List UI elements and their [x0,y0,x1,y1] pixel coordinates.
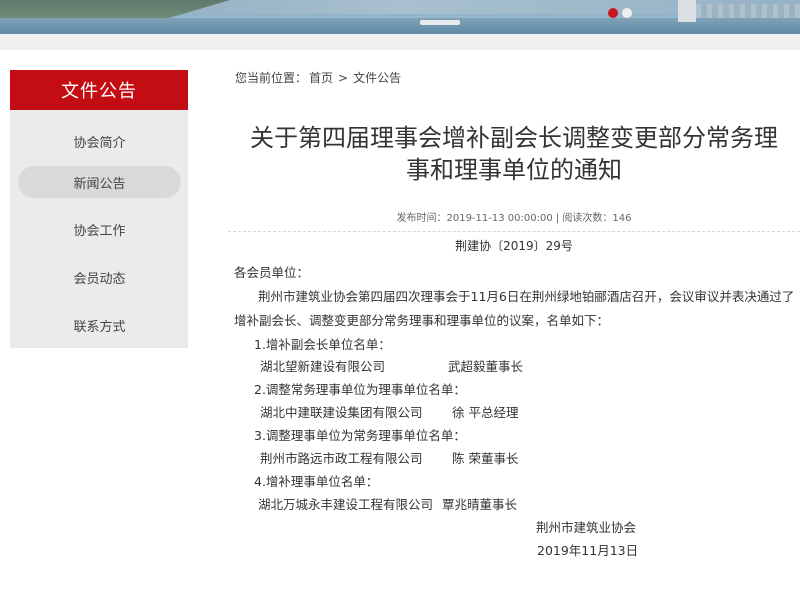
banner-pier [678,0,696,22]
breadcrumb: 您当前位置： 首页 > 文件公告 [234,69,402,86]
intro-line-1: 荆州市建筑业协会第四届四次理事会于11月6日在荆州绿地铂郦酒店召开，会议审议并表… [258,289,795,304]
section-1-person: 武超毅董事长 [448,359,524,374]
breadcrumb-current-link[interactable]: 文件公告 [353,71,401,85]
sidebar-item-about[interactable]: 协会简介 [18,125,181,157]
breadcrumb-separator: > [338,71,349,85]
article-title: 关于第四届理事会增补副会长调整变更部分常务理 事和理事单位的通知 [228,122,800,186]
section-1-company: 湖北望新建设有限公司 [260,359,386,374]
sidebar-item-label: 新闻公告 [73,176,126,192]
banner-boat [420,20,460,25]
sidebar: 文件公告 协会简介 新闻公告 协会工作 会员动态 联系方式 [10,70,188,348]
article-meta: 发布时间：2019-11-13 00:00:00 | 阅读次数：146 [396,213,632,224]
section-2-company: 湖北中建联建设集团有限公司 [260,405,423,420]
sidebar-item-members[interactable]: 会员动态 [18,261,181,293]
section-3-company: 荆州市路远市政工程有限公司 [260,451,423,466]
banner-city [690,4,800,18]
carousel-dot-1[interactable] [608,8,618,18]
section-4-company: 湖北万城永丰建设工程有限公司 [258,497,434,512]
section-2-heading: 2.调整常务理事单位为理事单位名单： [254,382,466,397]
article-title-line-2: 事和理事单位的通知 [406,156,622,184]
section-3-person: 陈 荣董事长 [452,451,519,466]
section-4-person: 覃兆晴董事长 [442,497,518,512]
section-3-heading: 3.调整理事单位为常务理事单位名单： [254,428,466,443]
header-banner [0,0,800,34]
carousel-dot-2[interactable] [622,8,632,18]
breadcrumb-prefix: 您当前位置： [235,71,308,85]
sidebar-item-contact[interactable]: 联系方式 [18,309,181,341]
signature-organization: 荆州市建筑业协会 [536,520,637,535]
signature-date: 2019年11月13日 [537,543,639,558]
document-number: 荆建协〔2019〕29号 [455,239,573,253]
intro-line-2: 增补副会长、调整变更部分常务理事和理事单位的议案，名单如下： [234,313,610,328]
sidebar-item-work[interactable]: 协会工作 [18,213,181,245]
salutation: 各会员单位： [234,265,310,280]
section-2-person: 徐 平总经理 [452,405,519,420]
article-divider [228,231,800,232]
breadcrumb-home-link[interactable]: 首页 [309,71,333,85]
sidebar-item-news[interactable]: 新闻公告 [18,166,181,198]
article-title-line-1: 关于第四届理事会增补副会长调整变更部分常务理 [250,124,778,152]
section-4-heading: 4.增补理事单位名单： [254,474,379,489]
sidebar-item-label: 联系方式 [73,319,126,335]
sidebar-header: 文件公告 [10,70,188,110]
carousel-dots [608,8,632,18]
sidebar-item-label: 协会简介 [73,135,126,151]
section-1-heading: 1.增补副会长单位名单： [254,337,391,352]
sidebar-item-label: 会员动态 [73,271,126,287]
sidebar-item-label: 协会工作 [73,223,126,239]
